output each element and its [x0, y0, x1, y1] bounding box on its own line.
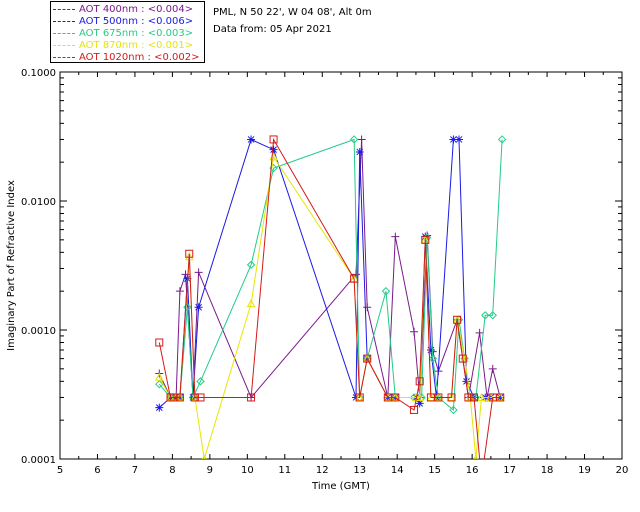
legend-label-870nm: AOT 870nm : <0.001>	[79, 39, 194, 51]
y-axis-title: Imaginary Part of Refractive Index	[6, 180, 17, 351]
x-tick-label: 9	[207, 465, 213, 476]
series-aot-870nm	[154, 152, 505, 459]
y-tick-label: 0.0100	[21, 197, 56, 208]
x-tick-label: 13	[353, 465, 366, 476]
x-axis-title: Time (GMT)	[311, 481, 370, 492]
x-tick-label: 15	[428, 465, 441, 476]
legend-line-500nm	[53, 20, 75, 22]
data-point	[410, 327, 419, 336]
data-point	[426, 345, 435, 354]
series-aot-400nm	[155, 135, 505, 402]
legend-label-400nm: AOT 400nm : <0.004>	[79, 3, 194, 15]
x-tick-label: 5	[57, 465, 63, 476]
x-tick-label: 10	[241, 465, 254, 476]
x-tick-label: 19	[578, 465, 591, 476]
legend-label-675nm: AOT 675nm : <0.003>	[79, 27, 194, 39]
legend-entry-500nm: AOT 500nm : <0.006>	[53, 15, 193, 27]
x-tick-label: 12	[316, 465, 329, 476]
legend-label-500nm: AOT 500nm : <0.006>	[79, 15, 194, 27]
series-line	[158, 138, 501, 409]
data-point	[357, 135, 366, 144]
y-tick-label: 0.0001	[21, 455, 56, 466]
x-tick-label: 20	[616, 465, 629, 476]
y-tick-label: 0.1000	[21, 68, 56, 79]
legend-entry-675nm: AOT 675nm : <0.003>	[53, 27, 193, 39]
x-tick-label: 11	[278, 465, 291, 476]
data-point	[247, 135, 256, 144]
data-point	[175, 287, 184, 296]
data-point	[363, 303, 372, 312]
data-point	[194, 303, 203, 312]
x-tick-label: 16	[466, 465, 479, 476]
data-point	[455, 135, 464, 144]
y-tick-label: 0.0010	[21, 326, 56, 337]
data-point	[355, 147, 364, 156]
chart: 5 6 7 8 9 10 11 12 13 14 15 16 17 18 19 20 0.0001 0.0010 0…	[6, 68, 629, 492]
plot-frame	[59, 71, 623, 460]
legend-line-400nm	[53, 8, 75, 10]
legend-line-675nm	[53, 32, 75, 34]
series-line	[158, 137, 501, 459]
x-tick-label: 14	[391, 465, 404, 476]
legend-entry-870nm: AOT 870nm : <0.001>	[53, 39, 193, 51]
data-point	[478, 475, 485, 482]
legend-entry-400nm: AOT 400nm : <0.004>	[53, 3, 193, 15]
data-point	[391, 232, 400, 241]
legend-label-1020nm: AOT 1020nm : <0.002>	[79, 51, 200, 63]
series-aot-1020nm	[155, 135, 505, 482]
legend-line-1020nm	[53, 56, 75, 58]
data-point	[488, 364, 497, 373]
data-point	[155, 403, 164, 412]
x-tick-label: 6	[94, 465, 100, 476]
legend-entry-1020nm: AOT 1020nm : <0.002>	[53, 51, 199, 63]
x-tick-label: 17	[503, 465, 516, 476]
legend: AOT 400nm : <0.004> AOT 500nm : <0.006> …	[50, 1, 205, 63]
series-aot-500nm	[155, 135, 505, 412]
site-location: PML, N 50 22', W 04 08', Alt 0m	[213, 7, 372, 18]
x-tick-label: 18	[541, 465, 554, 476]
legend-line-870nm	[53, 44, 75, 46]
data-point	[194, 268, 203, 277]
data-point	[155, 338, 164, 347]
data-date: Data from: 05 Apr 2021	[213, 24, 332, 35]
x-tick-label: 8	[169, 465, 175, 476]
x-tick-label: 7	[132, 465, 138, 476]
